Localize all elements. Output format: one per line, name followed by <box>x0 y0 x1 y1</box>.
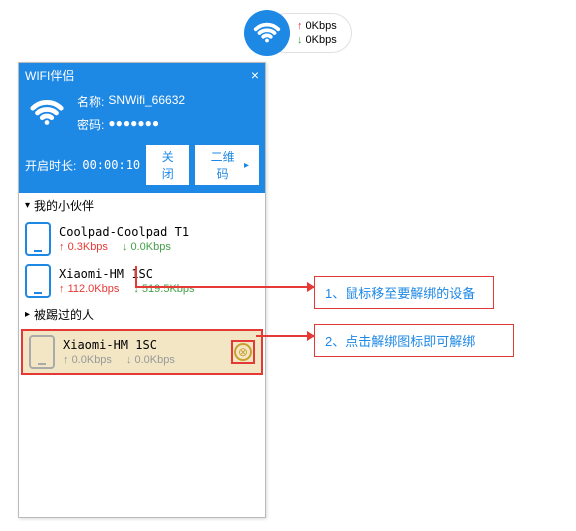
phone-icon <box>25 222 51 256</box>
unbind-icon[interactable]: ⊗ <box>234 343 252 361</box>
annotation-arrow <box>256 335 314 337</box>
download-speed: 0Kbps <box>306 34 337 46</box>
down-speed: 519.5Kbps <box>142 283 195 295</box>
qrcode-button[interactable]: 二维码▸ <box>195 145 259 185</box>
down-speed: 0.0Kbps <box>131 241 171 253</box>
chevron-down-icon: ▾ <box>25 200 30 211</box>
upload-speed: 0Kbps <box>306 20 337 32</box>
up-speed: 0.0Kbps <box>72 354 112 366</box>
section-title: 我的小伙伴 <box>34 197 94 214</box>
panel-header: WIFI伴侣 × <box>19 63 265 87</box>
up-speed: 112.0Kbps <box>68 283 120 295</box>
top-speed-badge: ↑0Kbps ↓0Kbps <box>244 10 352 56</box>
wifi-name: SNWifi_66632 <box>108 93 185 110</box>
down-speed: 0.0Kbps <box>135 354 175 366</box>
duration-value: 00:00:10 <box>82 158 140 172</box>
callout-2: 2、点击解绑图标即可解绑 <box>314 324 514 357</box>
device-row[interactable]: Xiaomi-HM 1SC ↑ 112.0Kbps ↓ 519.5Kbps <box>19 260 265 302</box>
duration-label: 开启时长: <box>25 157 76 174</box>
chevron-right-icon: ▸ <box>244 160 249 171</box>
arrow-down-icon: ↓ <box>126 354 132 366</box>
up-speed: 0.3Kbps <box>68 241 108 253</box>
annotation-arrow <box>135 286 314 288</box>
wifi-icon <box>244 10 290 56</box>
wifi-bar: 开启时长: 00:00:10 关闭 二维码▸ <box>19 141 265 193</box>
wifi-panel: WIFI伴侣 × 名称:SNWifi_66632 密码:●●●●●●● 开启时长… <box>18 62 266 518</box>
device-row[interactable]: Coolpad-Coolpad T1 ↑ 0.3Kbps ↓ 0.0Kbps <box>19 218 265 260</box>
panel-title: WIFI伴侣 <box>25 67 74 84</box>
phone-icon <box>29 335 55 369</box>
close-button[interactable]: 关闭 <box>146 145 189 185</box>
unbind-highlight: ⊗ <box>231 340 255 364</box>
device-name: Xiaomi-HM 1SC <box>63 338 223 352</box>
device-row-highlighted[interactable]: Xiaomi-HM 1SC ↑ 0.0Kbps ↓ 0.0Kbps ⊗ <box>21 329 263 375</box>
section-kicked[interactable]: ▸ 被踢过的人 <box>19 302 265 327</box>
arrow-down-icon: ↓ <box>122 241 128 253</box>
device-name: Coolpad-Coolpad T1 <box>59 225 259 239</box>
device-name: Xiaomi-HM 1SC <box>59 267 259 281</box>
arrow-up-icon: ↑ <box>297 20 303 32</box>
phone-icon <box>25 264 51 298</box>
pass-label: 密码: <box>77 116 104 133</box>
arrow-up-icon: ↑ <box>63 354 69 366</box>
wifi-icon <box>27 93 67 133</box>
arrow-down-icon: ↓ <box>297 34 303 46</box>
annotation-line <box>135 266 137 286</box>
close-icon[interactable]: × <box>251 68 259 82</box>
section-title: 被踢过的人 <box>34 306 94 323</box>
wifi-password: ●●●●●●● <box>108 116 159 133</box>
arrow-up-icon: ↑ <box>59 283 65 295</box>
panel-empty-area <box>19 377 265 517</box>
arrow-up-icon: ↑ <box>59 241 65 253</box>
chevron-right-icon: ▸ <box>25 309 30 320</box>
wifi-info: 名称:SNWifi_66632 密码:●●●●●●● <box>19 87 265 141</box>
section-partners[interactable]: ▾ 我的小伙伴 <box>19 193 265 218</box>
name-label: 名称: <box>77 93 104 110</box>
callout-1: 1、鼠标移至要解绑的设备 <box>314 276 494 309</box>
